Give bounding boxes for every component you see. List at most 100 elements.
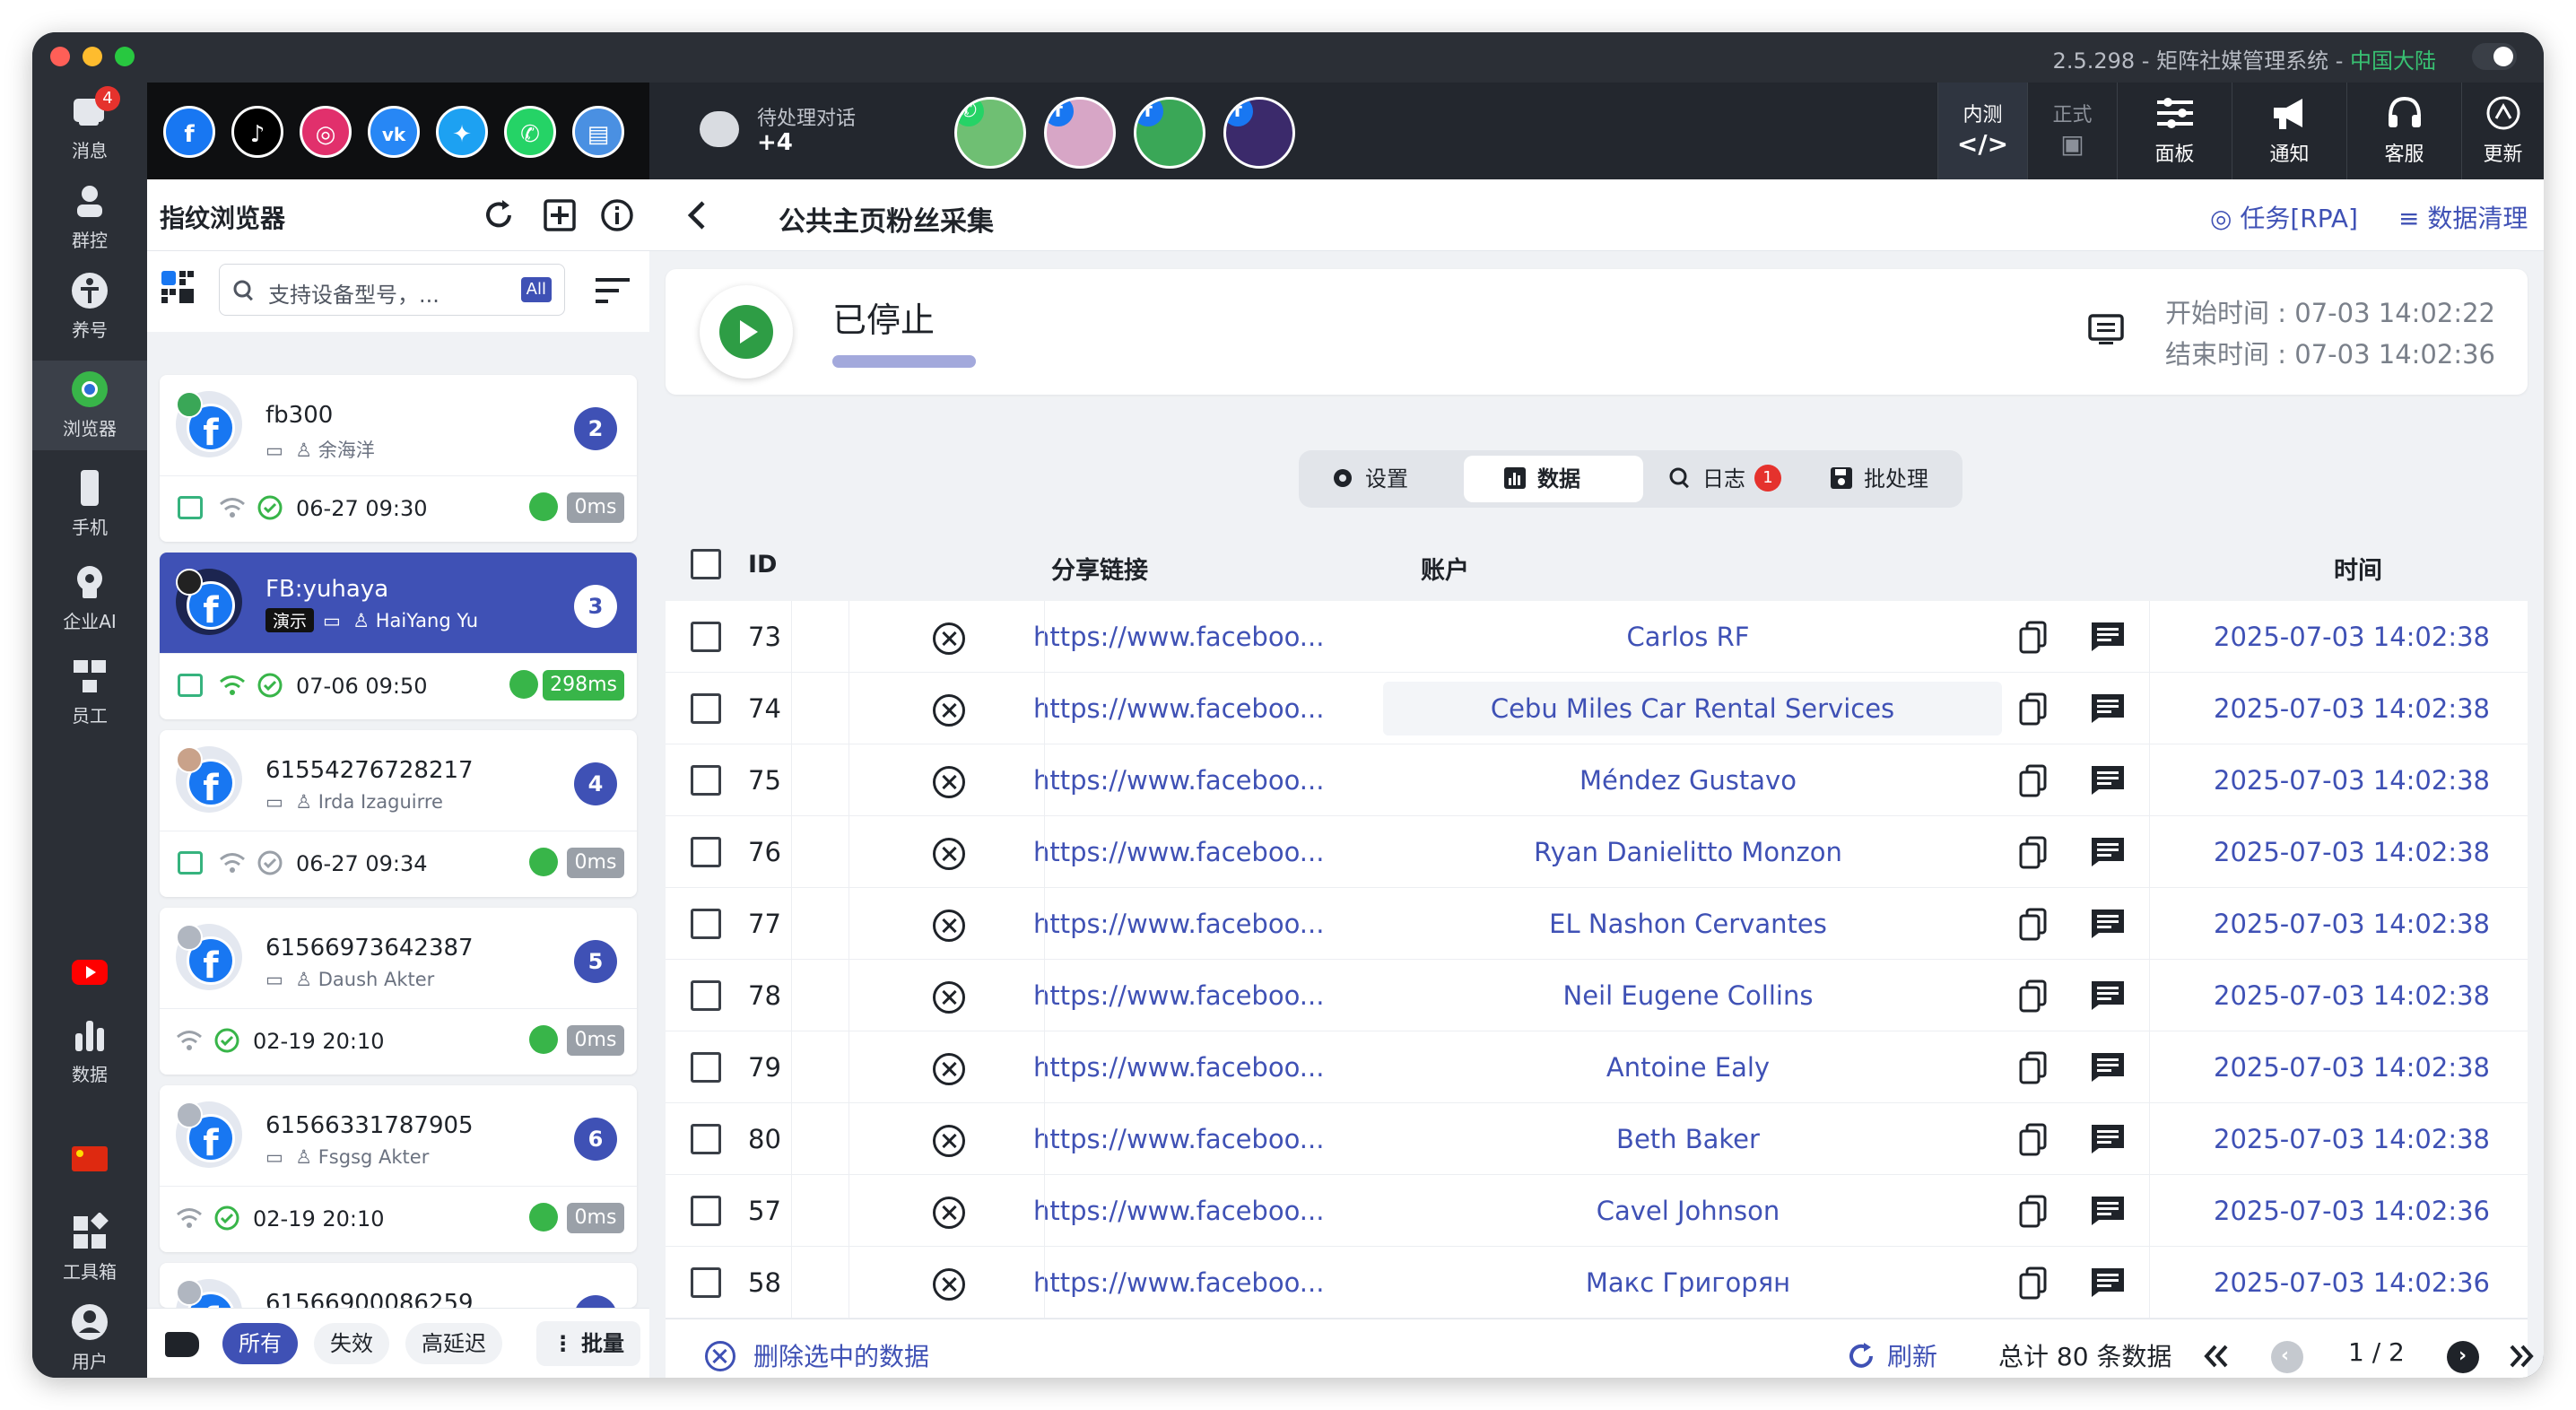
row-account[interactable]: Cebu Miles Car Rental Services: [1383, 682, 2002, 735]
message-icon[interactable]: [2090, 1195, 2126, 1227]
copy-icon[interactable]: [2018, 1123, 2049, 1157]
browser-icon[interactable]: ▤: [572, 106, 624, 158]
tab-settings[interactable]: 设置: [1317, 456, 1460, 502]
browser-card[interactable]: f FB:yuhaya 演示 ▭ ♙ HaiYang Yu 3 07-06 09:…: [160, 553, 637, 719]
row-account[interactable]: EL Nashon Cervantes: [1374, 888, 2002, 960]
copy-icon[interactable]: [2018, 908, 2049, 942]
row-link[interactable]: https://www.faceboo...: [1033, 1103, 1356, 1175]
row-link[interactable]: https://www.faceboo...: [1033, 673, 1356, 744]
panel-button[interactable]: 面板: [2117, 83, 2232, 179]
instagram-icon[interactable]: ◎: [300, 106, 352, 158]
row-link[interactable]: https://www.faceboo...: [1033, 816, 1356, 888]
theme-toggle[interactable]: [2472, 43, 2517, 70]
row-checkbox[interactable]: [691, 1052, 721, 1083]
table-row[interactable]: 57 https://www.faceboo... Cavel Johnson 202…: [666, 1175, 2528, 1247]
update-button[interactable]: 更新: [2461, 83, 2544, 179]
row-link[interactable]: https://www.faceboo...: [1033, 1175, 1356, 1247]
rail-item-messages[interactable]: 4 消息: [32, 83, 147, 172]
message-icon[interactable]: [2090, 692, 2126, 725]
table-row[interactable]: 78 https://www.faceboo... Neil Eugene Coll…: [666, 960, 2528, 1031]
tag-icon[interactable]: [165, 1332, 199, 1357]
message-icon[interactable]: [2090, 621, 2126, 653]
rail-item-phone[interactable]: 手机: [32, 459, 147, 549]
message-icon[interactable]: [2090, 979, 2126, 1012]
row-account[interactable]: Méndez Gustavo: [1374, 744, 2002, 816]
rail-item-staff[interactable]: 员工: [32, 648, 147, 737]
bulk-button[interactable]: ⋮ 批量: [535, 1321, 640, 1366]
screen-icon[interactable]: [2088, 314, 2124, 346]
account-avatar[interactable]: f: [1134, 97, 1205, 169]
facebook-icon[interactable]: f: [163, 106, 215, 158]
rail-item-user[interactable]: 用户: [32, 1293, 147, 1378]
row-checkbox[interactable]: [691, 837, 721, 867]
browser-card[interactable]: f 61554276728217 ▭ ♙ Irda Izaguirre 4 06…: [160, 730, 637, 897]
sort-icon[interactable]: [596, 278, 630, 303]
message-icon[interactable]: [2090, 908, 2126, 940]
browser-card[interactable]: f 61566900086259 7: [160, 1263, 637, 1308]
table-row[interactable]: 74 https://www.faceboo... Cebu Miles Car R…: [666, 673, 2528, 744]
close-window-button[interactable]: [50, 47, 70, 66]
search-scope-all[interactable]: All: [520, 277, 552, 302]
select-all-checkbox[interactable]: [691, 549, 721, 579]
row-account[interactable]: Макс Григорян: [1374, 1247, 2002, 1319]
message-icon[interactable]: [2090, 836, 2126, 868]
row-checkbox[interactable]: [691, 1267, 721, 1298]
rail-item-data[interactable]: 数据: [32, 1006, 147, 1096]
tab-batch[interactable]: 批处理: [1821, 456, 1955, 502]
filter-invalid[interactable]: 失效: [314, 1323, 389, 1364]
rail-item-nurture[interactable]: 养号: [32, 262, 147, 352]
account-avatar[interactable]: f: [1223, 97, 1295, 169]
row-checkbox[interactable]: [691, 1124, 721, 1154]
start-button[interactable]: [700, 285, 793, 379]
rail-item-group-control[interactable]: 群控: [32, 172, 147, 262]
data-clean-link[interactable]: ≡ 数据清理: [2398, 199, 2528, 235]
prev-page-button[interactable]: ‹: [2271, 1341, 2303, 1373]
row-link[interactable]: https://www.faceboo...: [1033, 1031, 1356, 1103]
delete-circle-icon[interactable]: [705, 1341, 735, 1371]
zoom-window-button[interactable]: [115, 47, 135, 66]
row-checkbox[interactable]: [691, 909, 721, 939]
browser-card[interactable]: f fb300 ▭ ♙ 余海洋 2 06-27 09:30 0ms: [160, 375, 637, 542]
row-checkbox[interactable]: [691, 1196, 721, 1226]
rail-item-youtube[interactable]: [32, 944, 147, 997]
row-link[interactable]: https://www.faceboo...: [1033, 744, 1356, 816]
row-account[interactable]: Ryan Danielitto Monzon: [1374, 816, 2002, 888]
row-link[interactable]: https://www.faceboo...: [1033, 960, 1356, 1031]
tab-log[interactable]: 日志 1: [1654, 456, 1806, 502]
account-avatar[interactable]: ✆: [954, 97, 1026, 169]
env-test-button[interactable]: 内测 </>: [1937, 83, 2027, 179]
copy-icon[interactable]: [2018, 1195, 2049, 1229]
table-row[interactable]: 75 https://www.faceboo... Méndez Gustavo 20…: [666, 744, 2528, 816]
info-icon[interactable]: [599, 197, 635, 233]
support-button[interactable]: 客服: [2346, 83, 2461, 179]
copy-icon[interactable]: [2018, 836, 2049, 870]
chat-bubble-icon[interactable]: [700, 111, 739, 147]
row-account[interactable]: Neil Eugene Collins: [1374, 960, 2002, 1031]
row-link[interactable]: https://www.faceboo...: [1033, 888, 1356, 960]
table-row[interactable]: 58 https://www.faceboo... Макс Григорян 202…: [666, 1247, 2528, 1319]
tab-data[interactable]: 数据: [1464, 456, 1643, 502]
minimize-window-button[interactable]: [83, 47, 102, 66]
copy-icon[interactable]: [2018, 692, 2049, 727]
vk-icon[interactable]: vk: [368, 106, 420, 158]
account-avatar[interactable]: f: [1044, 97, 1116, 169]
table-row[interactable]: 73 https://www.faceboo... Carlos RF 2025-07…: [666, 601, 2528, 673]
copy-icon[interactable]: [2018, 764, 2049, 798]
rail-item-enterprise-ai[interactable]: 企业AI: [32, 553, 147, 643]
copy-icon[interactable]: [2018, 1051, 2049, 1085]
delete-selected-button[interactable]: 删除选中的数据: [753, 1337, 929, 1373]
row-link[interactable]: https://www.faceboo...: [1033, 601, 1356, 673]
add-box-icon[interactable]: [542, 197, 578, 233]
env-prod-button[interactable]: 正式 ▣: [2027, 83, 2117, 179]
row-checkbox[interactable]: [691, 693, 721, 724]
table-row[interactable]: 79 https://www.faceboo... Antoine Ealy 2025…: [666, 1031, 2528, 1103]
filter-high-latency[interactable]: 高延迟: [405, 1323, 502, 1364]
tiktok-icon[interactable]: ♪: [231, 106, 283, 158]
copy-icon[interactable]: [2018, 621, 2049, 655]
message-icon[interactable]: [2090, 1266, 2126, 1299]
search-input[interactable]: 支持设备型号，... All: [219, 264, 565, 316]
row-account[interactable]: Cavel Johnson: [1374, 1175, 2002, 1247]
message-icon[interactable]: [2090, 1123, 2126, 1155]
back-arrow-icon[interactable]: [682, 199, 714, 231]
table-row[interactable]: 80 https://www.faceboo... Beth Baker 2025-0…: [666, 1103, 2528, 1175]
